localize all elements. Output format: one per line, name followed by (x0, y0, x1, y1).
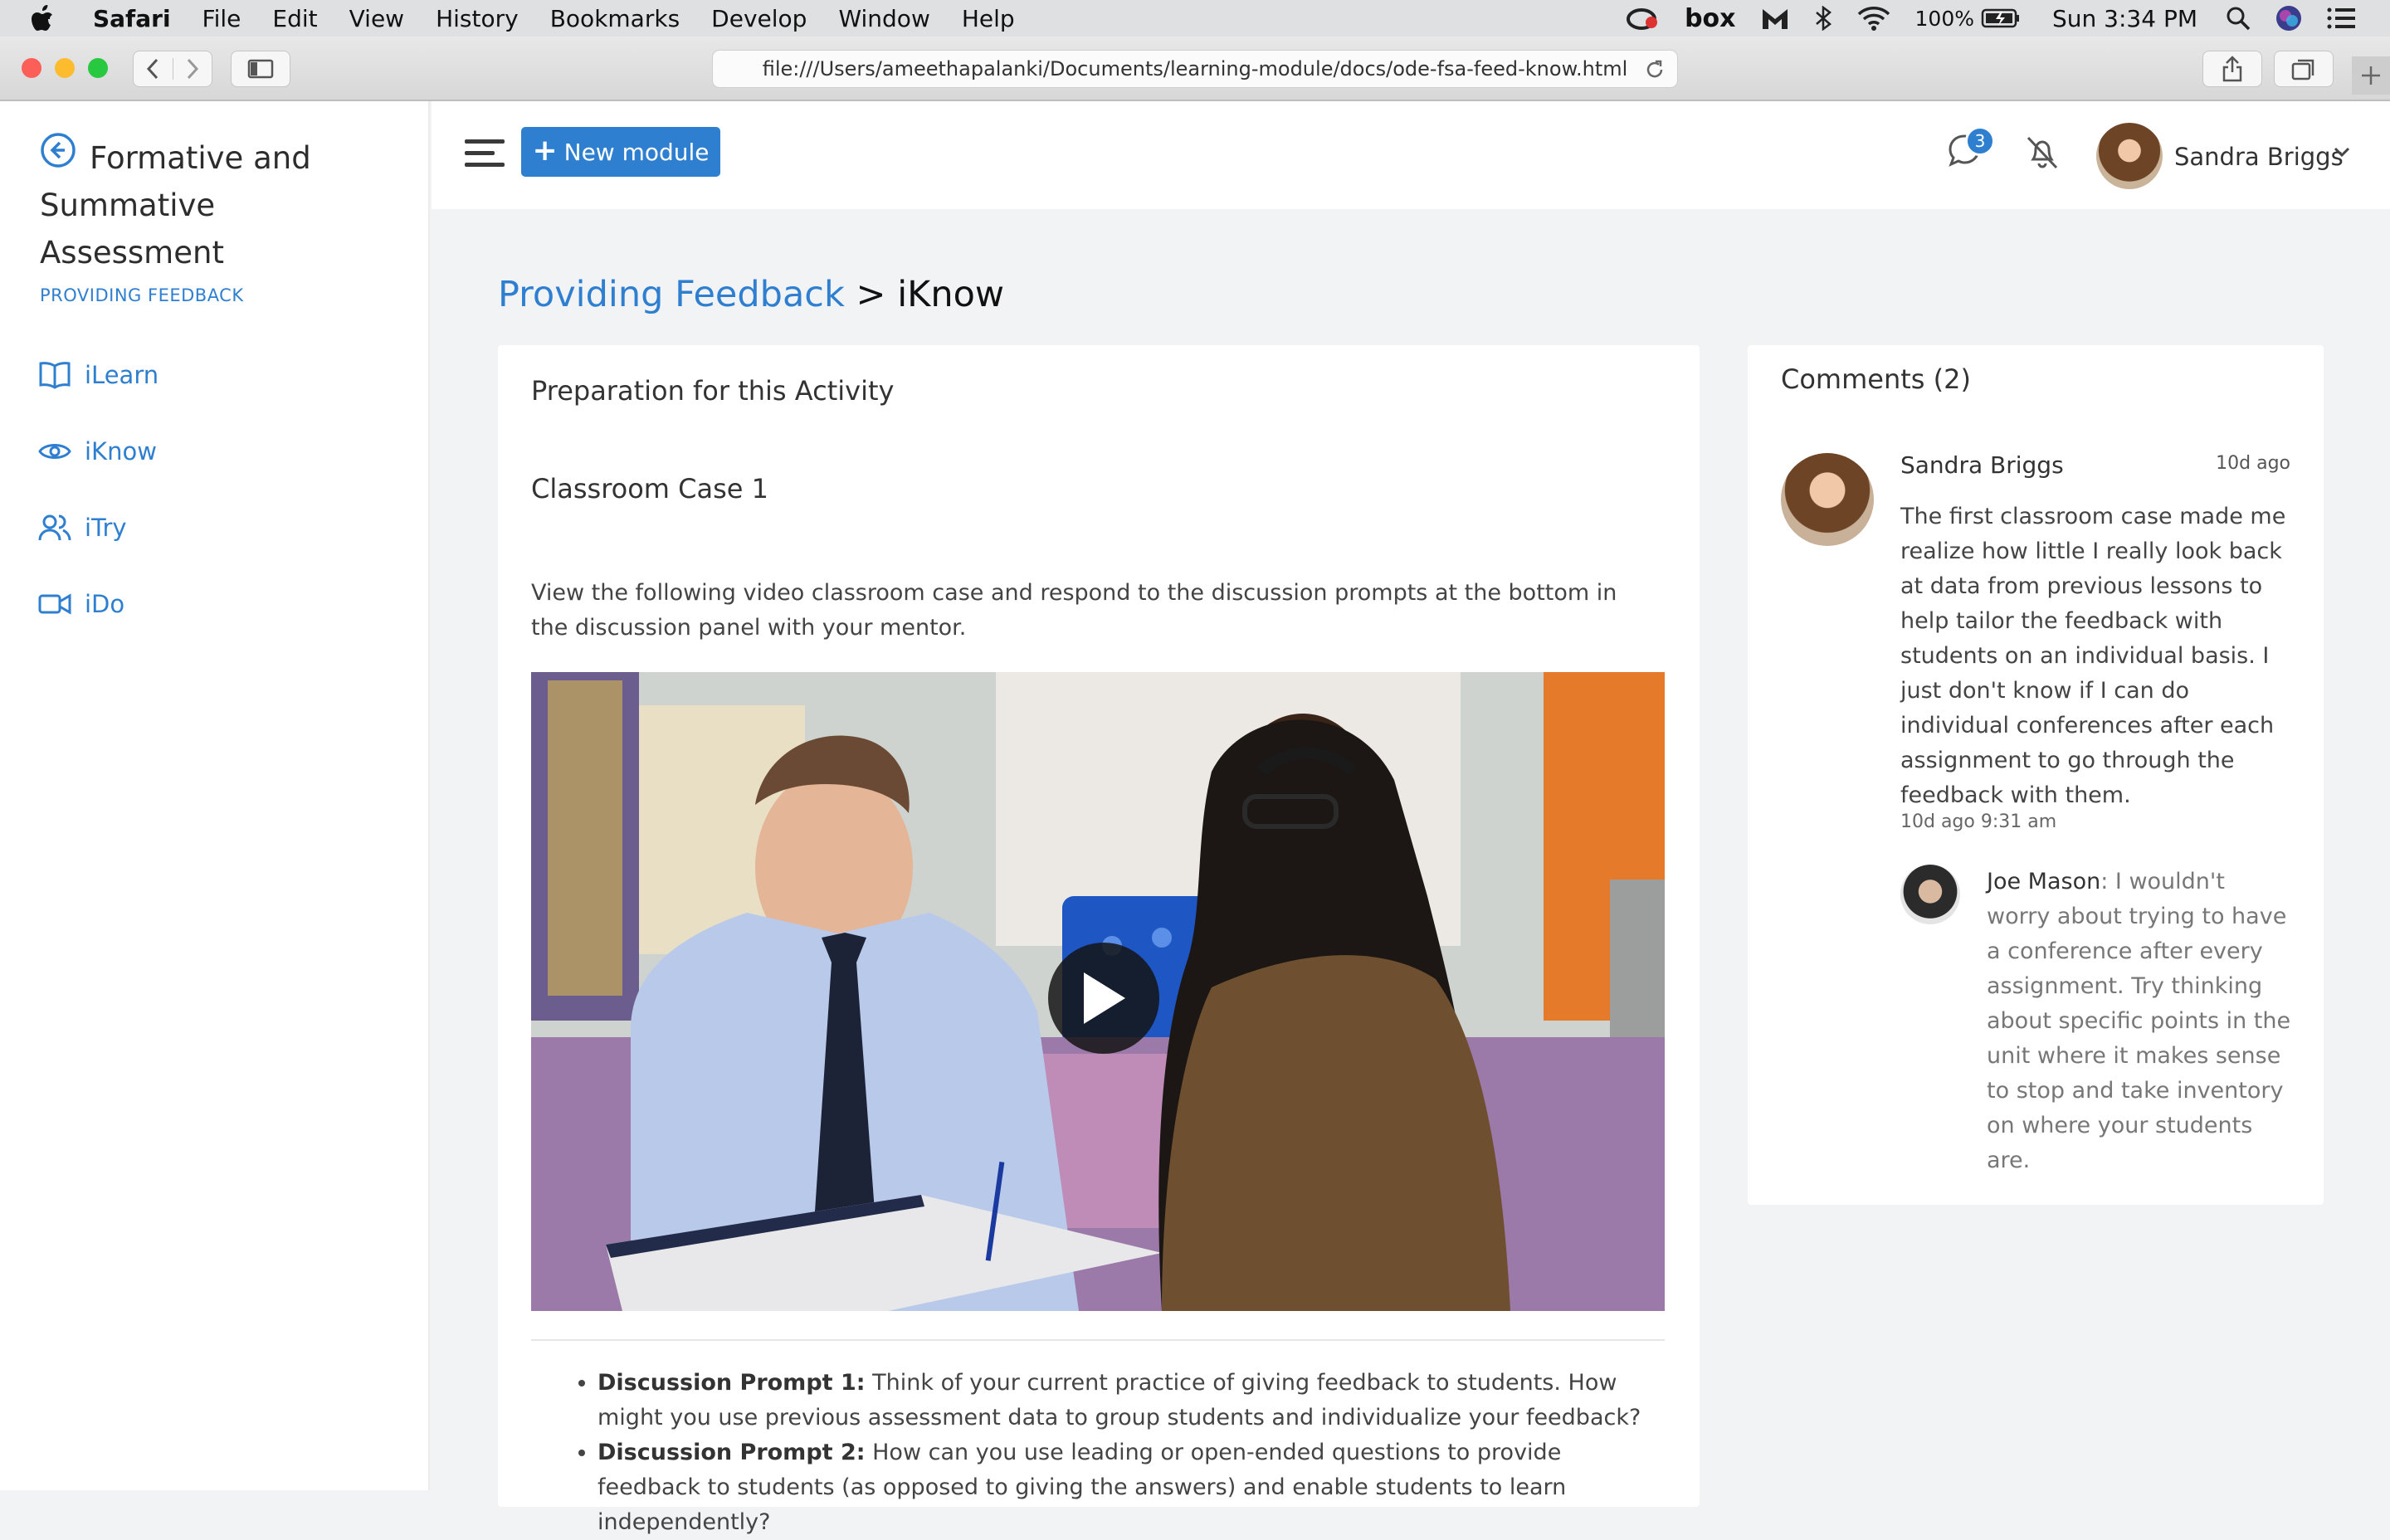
chevron-down-icon[interactable] (2334, 146, 2350, 162)
play-icon (1084, 972, 1125, 1024)
sidebar-item-iknow[interactable]: iKnow (38, 435, 157, 468)
chat-badge: 3 (1965, 126, 1995, 156)
new-tab-button[interactable] (2352, 56, 2390, 95)
menu-history[interactable]: History (436, 5, 519, 32)
menu-view[interactable]: View (349, 5, 404, 32)
discussion-prompts: Discussion Prompt 1: Think of your curre… (531, 1366, 1665, 1540)
sidebar-item-label: iLearn (85, 361, 159, 389)
comment-author[interactable]: Sandra Briggs (1900, 451, 2064, 479)
box-icon[interactable]: box (1685, 4, 1735, 33)
notification-center-icon[interactable] (2327, 7, 2355, 30)
url-text: file:///Users/ameethapalanki/Documents/l… (762, 57, 1628, 80)
forward-arrow-icon[interactable] (172, 58, 212, 80)
intro-text: View the following video classroom case … (531, 580, 1617, 641)
avatar[interactable] (2096, 123, 2163, 189)
tab-overview-button[interactable] (2274, 51, 2334, 87)
sidebar-item-itry[interactable]: iTry (38, 511, 127, 544)
sidebar-toggle-button[interactable] (231, 51, 290, 87)
avatar[interactable] (1900, 865, 1960, 924)
menu-toggle-icon[interactable] (465, 139, 505, 169)
menubar-clock[interactable]: Sun 3:34 PM (2052, 5, 2197, 32)
malwarebytes-icon[interactable] (1761, 6, 1789, 31)
menu-bookmarks[interactable]: Bookmarks (550, 5, 680, 32)
creative-cloud-icon[interactable] (1627, 7, 1660, 30)
back-forward-group (133, 51, 212, 87)
users-icon (38, 511, 71, 544)
case-heading: Classroom Case 1 (531, 473, 768, 504)
share-icon (2222, 56, 2242, 82)
prompt-label: Discussion Prompt 1: (598, 1370, 866, 1396)
sidebar-item-label: iDo (85, 590, 125, 618)
macos-menubar: Safari File Edit View History Bookmarks … (0, 0, 2390, 37)
menu-edit[interactable]: Edit (272, 5, 317, 32)
minimize-window-button[interactable] (55, 58, 75, 78)
plus-icon (2362, 66, 2380, 85)
activity-card: Preparation for this Activity Classroom … (498, 345, 1700, 1535)
battery-icon[interactable] (1981, 7, 2021, 29)
breadcrumb: Providing Feedback > iKnow (498, 274, 1004, 315)
spotlight-icon[interactable] (2226, 6, 2251, 31)
comment-text: The first classroom case made me realize… (1900, 504, 2286, 808)
breadcrumb-separator: > (844, 274, 898, 315)
reload-icon[interactable] (1644, 59, 1666, 85)
list-item: Discussion Prompt 2: How can you use lea… (598, 1435, 1665, 1540)
comment-age: 10d ago (2216, 453, 2290, 474)
comments-panel: Comments (2) Sandra Briggs 10d ago The f… (1748, 345, 2324, 1205)
module-sidebar: Formative and Summative Assessment PROVI… (0, 101, 430, 1490)
sidebar-icon (247, 59, 274, 79)
app-header: + New module 3 Sandra Briggs (432, 101, 2390, 209)
reply-text: : I wouldn't worry about trying to have … (1987, 869, 2291, 1173)
course-title: Formative and Summative Assessment (40, 140, 311, 270)
divider (531, 1339, 1665, 1341)
sidebar-item-label: iKnow (85, 437, 157, 465)
bell-off-icon[interactable] (2025, 134, 2060, 174)
back-arrow-icon[interactable] (134, 58, 173, 80)
user-name[interactable]: Sandra Briggs (2174, 143, 2344, 171)
section-label: PROVIDING FEEDBACK (40, 285, 244, 305)
zoom-window-button[interactable] (88, 58, 108, 78)
plus-icon: + (532, 134, 558, 168)
bluetooth-icon[interactable] (1814, 6, 1832, 31)
battery-percent: 100% (1914, 6, 1974, 31)
course-title-block: Formative and Summative Assessment (40, 132, 405, 276)
prep-heading: Preparation for this Activity (531, 375, 895, 407)
prompt-label: Discussion Prompt 2: (598, 1440, 866, 1465)
menu-file[interactable]: File (202, 5, 241, 32)
video-camera-icon (38, 587, 71, 621)
siri-icon[interactable] (2275, 5, 2302, 32)
wifi-icon[interactable] (1857, 6, 1890, 31)
menu-window[interactable]: Window (838, 5, 929, 32)
comments-title: Comments (2) (1781, 363, 1971, 395)
address-bar[interactable]: file:///Users/ameethapalanki/Documents/l… (712, 50, 1678, 88)
sidebar-item-ido[interactable]: iDo (38, 587, 124, 621)
play-button[interactable] (1048, 943, 1159, 1054)
apple-icon[interactable] (32, 5, 61, 32)
menu-help[interactable]: Help (962, 5, 1015, 32)
menu-app-safari[interactable]: Safari (93, 5, 171, 32)
book-icon (38, 358, 71, 392)
comment-timestamp: 10d ago 9:31 am (1900, 811, 2057, 832)
breadcrumb-parent-link[interactable]: Providing Feedback (498, 274, 845, 315)
back-circle-icon[interactable] (40, 132, 76, 182)
list-item: Discussion Prompt 1: Think of your curre… (598, 1366, 1665, 1435)
eye-icon (38, 435, 71, 468)
menu-develop[interactable]: Develop (711, 5, 807, 32)
share-button[interactable] (2202, 51, 2262, 87)
breadcrumb-current: iKnow (897, 274, 1005, 315)
avatar[interactable] (1781, 453, 1874, 546)
new-module-label: New module (563, 138, 710, 166)
tabs-icon (2291, 59, 2314, 80)
sidebar-item-label: iTry (85, 514, 127, 542)
reply-author[interactable]: Joe Mason (1987, 869, 2100, 894)
safari-toolbar: file:///Users/ameethapalanki/Documents/l… (0, 37, 2390, 101)
close-window-button[interactable] (22, 58, 41, 78)
new-module-button[interactable]: + New module (521, 127, 720, 177)
sidebar-item-ilearn[interactable]: iLearn (38, 358, 159, 392)
reply-text-block: Joe Mason: I wouldn't worry about trying… (1987, 865, 2294, 1178)
video-player[interactable] (531, 672, 1665, 1311)
